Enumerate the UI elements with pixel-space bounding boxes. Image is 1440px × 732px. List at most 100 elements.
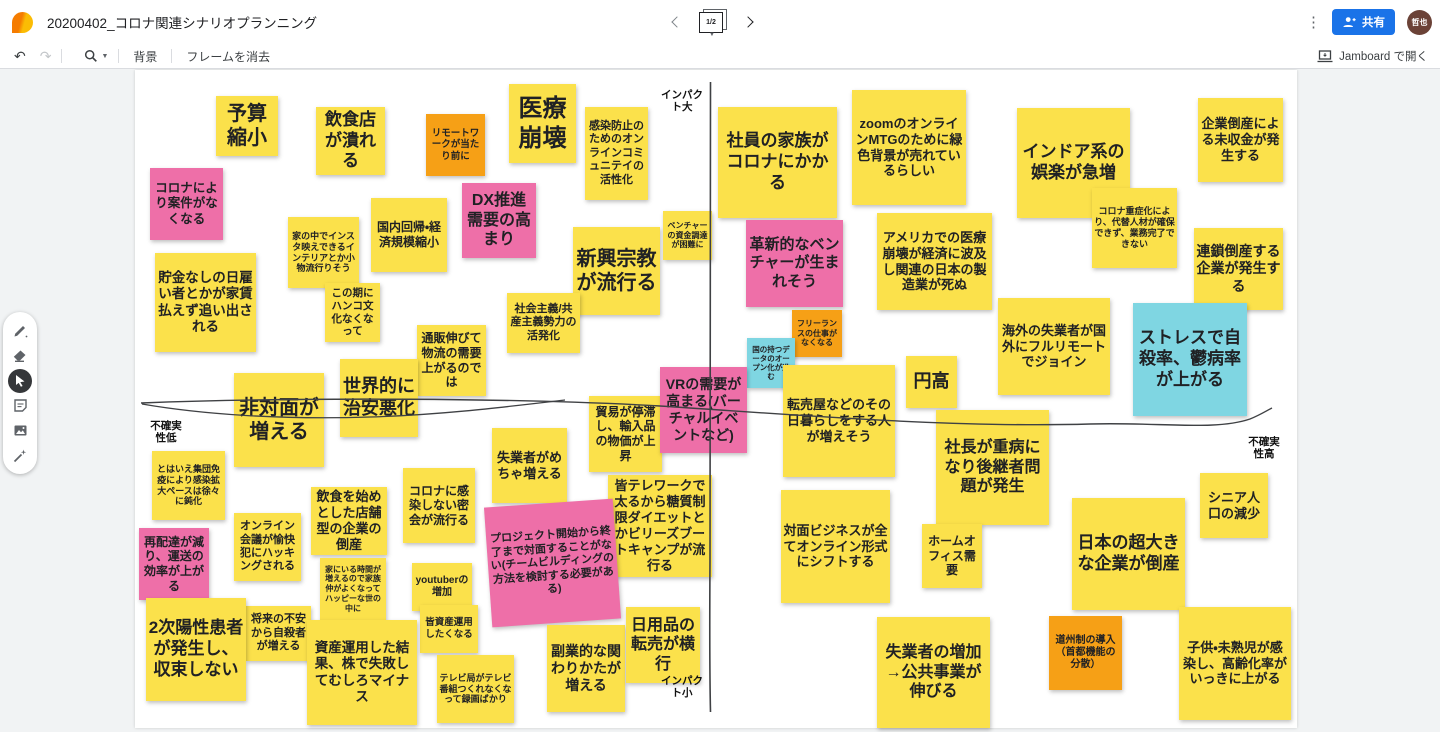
sticky-note[interactable]: 資産運用した結果、株で失敗してむしろマイナス: [307, 620, 417, 725]
sticky-note[interactable]: コロナ重症化により、代替人材が確保できず、業務完了できない: [1092, 188, 1177, 268]
background-button[interactable]: 背景: [129, 48, 161, 65]
document-title[interactable]: 20200402_コロナ関連シナリオプランニング: [47, 12, 317, 32]
sticky-note[interactable]: とはいえ集団免疫により感染拡大ペースは徐々に鈍化: [152, 451, 225, 520]
sticky-note[interactable]: 再配達が減り、運送の効率が上がる: [139, 528, 209, 600]
sticky-note[interactable]: 失業者の増加→公共事業が伸びる: [877, 617, 990, 728]
device-screen-icon: [1317, 49, 1333, 62]
sticky-note[interactable]: VRの需要が高まる(バーチャルイベントなど): [660, 367, 747, 453]
sticky-note[interactable]: ホームオフィス需要: [922, 524, 982, 588]
sticky-note[interactable]: テレビ局がテレビ番組つくれなくなって録画ばかり: [437, 655, 514, 723]
toolbar-divider: [61, 49, 63, 63]
axis-label[interactable]: インパクト小: [661, 675, 703, 699]
sticky-note[interactable]: 対面ビジネスが全てオンライン形式にシフトする: [781, 490, 890, 603]
sticky-note[interactable]: ストレスで自殺率、鬱病率が上がる: [1133, 303, 1247, 416]
sticky-note[interactable]: 医療崩壊: [509, 84, 576, 163]
notes-layer: 予算縮小 飲食店が潰れる リモートワークが当たり前にコロナにより案件がなくなる 国内回…: [0, 0, 1440, 732]
next-frame-chevron-icon[interactable]: [742, 14, 758, 30]
previous-frame-chevron-icon[interactable]: [668, 14, 684, 30]
zoom-caret-icon: ▼: [101, 52, 109, 60]
pen-icon: [14, 325, 28, 337]
sticky-note[interactable]: 国内回帰・経済規模縮小: [371, 198, 447, 272]
sticky-note[interactable]: 日本の超大きな企業が倒産: [1072, 498, 1185, 610]
frame-caret-icon: ▼: [709, 32, 715, 38]
sticky-note[interactable]: 飲食店が潰れる: [316, 107, 385, 175]
sticky-note[interactable]: 皆資産運用したくなる: [420, 605, 478, 653]
sticky-note[interactable]: 社会主義/共産主義勢力の活発化: [507, 293, 580, 353]
sticky-note[interactable]: 非対面が増える: [234, 373, 324, 467]
open-in-jamboard-button[interactable]: Jamboard で開く: [1317, 44, 1428, 68]
sticky-note-icon: [13, 399, 27, 412]
sticky-note[interactable]: コロナに感染しない密会が流行る: [403, 468, 475, 543]
edit-toolbar: ↶ ↷ ▼ 背景 フレームを消去 Jamboard で開く: [0, 44, 1440, 69]
sticky-note[interactable]: 通販伸びて物流の需要上がるのでは: [417, 325, 486, 396]
redo-icon[interactable]: ↷: [40, 49, 52, 63]
sticky-note[interactable]: 世界的に治安悪化: [340, 359, 418, 437]
toolbar-divider: [118, 49, 120, 63]
sticky-note-tool[interactable]: [8, 394, 32, 418]
zoom-control[interactable]: ▼: [84, 49, 108, 63]
sticky-note[interactable]: ベンチャーの資金調達が困難に: [663, 211, 712, 260]
axis-label[interactable]: インパクト大: [661, 89, 703, 113]
frame-counter[interactable]: 1/2 ▼: [698, 9, 728, 38]
sticky-note[interactable]: 家にいる時間が増えるので家族仲がよくなってハッピーな世の中に: [320, 558, 386, 620]
sticky-note[interactable]: 貿易が停滞し、輸入品の物価が上昇: [589, 396, 662, 472]
more-options-icon[interactable]: ⋮: [1306, 13, 1321, 31]
sticky-note[interactable]: 皆テレワークで太るから糖質制限ダイエットとかビリーズブートキャンプが流行る: [608, 475, 712, 577]
zoom-magnifier-icon: [85, 49, 98, 62]
sticky-note[interactable]: 失業者がめちゃ増える: [492, 428, 567, 503]
open-in-jamboard-label: Jamboard で開く: [1339, 51, 1428, 63]
sticky-note[interactable]: 日用品の転売が横行: [626, 607, 700, 683]
sticky-note[interactable]: 革新的なベンチャーが生まれそう: [746, 220, 843, 307]
sticky-note[interactable]: 海外の失業者が国外にフルリモートでジョイン: [998, 298, 1110, 395]
laser-pointer-icon: [13, 449, 27, 462]
sticky-note[interactable]: zoomのオンラインMTGのために緑色背景が売れているらしい: [852, 90, 966, 205]
laser-tool[interactable]: [8, 444, 32, 468]
sticky-note[interactable]: 貯金なしの日雇い者とかが家賃払えず追い出される: [155, 253, 256, 352]
sticky-note[interactable]: プロジェクト開始から終了まで対面することがない(チームビルディングの方法を検討す…: [483, 498, 622, 628]
avatar[interactable]: 哲也: [1407, 9, 1432, 35]
select-tool[interactable]: [8, 368, 32, 393]
sticky-note[interactable]: シニア人口の減少: [1200, 473, 1268, 538]
image-tool[interactable]: [8, 419, 32, 443]
sticky-note[interactable]: 予算縮小: [216, 96, 278, 156]
app-bar-right: ⋮ 共有 哲也: [1306, 0, 1432, 44]
sticky-note[interactable]: 円高: [906, 356, 957, 408]
jamboard-logo-icon: [12, 11, 33, 33]
sticky-note[interactable]: 転売屋などのその日暮らしをする人が増えそう: [783, 365, 895, 477]
image-icon: [14, 425, 26, 436]
sticky-note[interactable]: 道州制の導入（首都機能の分散）: [1049, 616, 1122, 690]
sticky-note[interactable]: リモートワークが当たり前に: [426, 114, 485, 176]
eraser-tool[interactable]: [8, 344, 32, 368]
sticky-note[interactable]: 家の中でインスタ映えできるインテリアとか小物流行りそう: [288, 217, 359, 288]
sticky-note[interactable]: 将来の不安から自殺者が増える: [246, 606, 311, 661]
sticky-note[interactable]: 2次陽性患者が発生し、収束しない: [146, 598, 246, 701]
sticky-note[interactable]: youtuberの増加: [412, 563, 472, 611]
sticky-note[interactable]: 新興宗教が流行る: [573, 227, 660, 315]
sticky-note[interactable]: 企業倒産による未収金が発生する: [1198, 98, 1283, 182]
sticky-note[interactable]: この期にハンコ文化なくなって: [325, 283, 380, 342]
sticky-note[interactable]: 飲食を始めとした店舗型の企業の倒産: [311, 487, 387, 555]
tool-palette: [3, 312, 37, 474]
frame-counter-label: 1/2: [699, 12, 723, 33]
sticky-note[interactable]: 子供・未熟児が感染し、高齢化率がいっきに上がる: [1179, 607, 1291, 720]
toolbar-divider: [171, 49, 173, 63]
pen-tool[interactable]: [8, 319, 32, 343]
axis-label[interactable]: 不確実性高: [1245, 436, 1283, 460]
sticky-note[interactable]: オンライン会議が愉快犯にハッキングされる: [234, 513, 301, 581]
undo-icon[interactable]: ↶: [14, 49, 26, 63]
person-add-icon: [1343, 17, 1356, 27]
share-button[interactable]: 共有: [1332, 9, 1395, 35]
sticky-note[interactable]: フリーランスの仕事がなくなる: [792, 310, 842, 357]
sticky-note[interactable]: 連鎖倒産する企業が発生する: [1194, 228, 1283, 310]
sticky-note[interactable]: 社長が重病になり後継者問題が発生: [936, 410, 1049, 525]
frame-navigation: 1/2 ▼: [668, 0, 758, 44]
sticky-note[interactable]: 副業的な関わりかたが増える: [547, 625, 625, 712]
sticky-note[interactable]: アメリカでの医療崩壊が経済に波及し関連の日本の製造業が死ぬ: [877, 213, 992, 310]
sticky-note[interactable]: 社員の家族がコロナにかかる: [718, 107, 837, 218]
sticky-note[interactable]: コロナにより案件がなくなる: [150, 168, 223, 240]
clear-frame-button[interactable]: フレームを消去: [182, 48, 274, 65]
sticky-note[interactable]: 感染防止のためのオンラインコミュニテイの活性化: [585, 107, 648, 200]
axis-label[interactable]: 不確実性低: [147, 420, 185, 444]
sticky-note[interactable]: DX推進需要の高まり: [462, 183, 536, 258]
eraser-icon: [13, 350, 26, 362]
